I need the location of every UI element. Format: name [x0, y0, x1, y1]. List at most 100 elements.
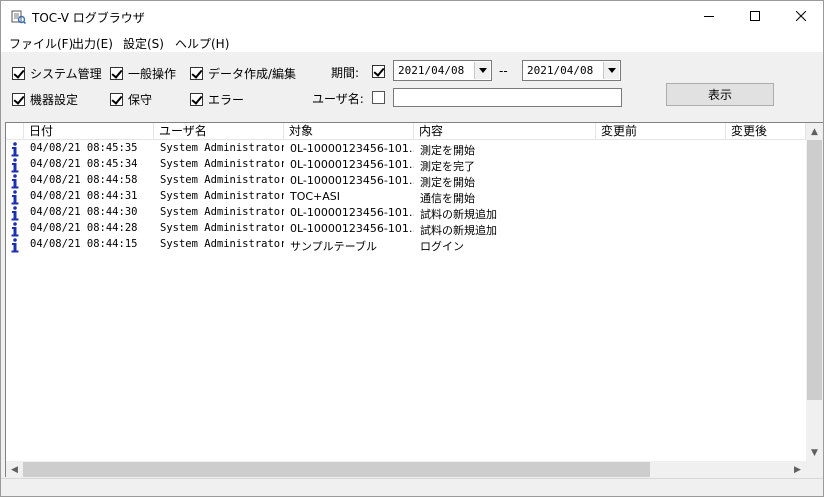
app-icon: [11, 10, 26, 24]
menu-file[interactable]: ファイル(F): [9, 35, 73, 52]
close-button[interactable]: [778, 1, 824, 31]
date-from-dropdown[interactable]: [474, 62, 490, 79]
date-to-dropdown[interactable]: [603, 62, 619, 79]
cell-date: 04/08/21 08:44:15: [30, 238, 138, 250]
scroll-up-arrow[interactable]: ▲: [806, 123, 823, 140]
info-icon: [11, 222, 19, 237]
cell-user: System Administrator: [160, 158, 284, 170]
title-bar: TOC-V ログブラウザ: [1, 1, 823, 32]
date-from-picker[interactable]: 2021/04/08: [393, 60, 492, 81]
cell-user: System Administrator: [160, 142, 284, 154]
cell-target: 0L-10000123456-101…: [290, 174, 414, 187]
horizontal-scrollbar[interactable]: ◀ ▶: [6, 461, 806, 478]
minimize-icon: [704, 16, 714, 17]
column-header-target[interactable]: 対象: [284, 123, 414, 140]
scrollbar-corner: [806, 461, 823, 478]
cell-target: 0L-10000123456-101…: [290, 222, 414, 235]
log-list[interactable]: 日付 ユーザ名 対象 内容 変更前 変更後 04/08/21 08:45:35 S…: [5, 122, 823, 478]
column-header-user[interactable]: ユーザ名: [154, 123, 284, 140]
cell-content: 通信を開始: [420, 192, 475, 205]
cell-date: 04/08/21 08:44:58: [30, 174, 138, 186]
table-row[interactable]: 04/08/21 08:45:35 System Administrator 0L-…: [6, 141, 806, 157]
maximize-button[interactable]: [732, 1, 778, 31]
horizontal-scroll-thumb[interactable]: [23, 462, 650, 477]
scroll-down-arrow[interactable]: ▼: [806, 444, 823, 461]
cell-user: System Administrator: [160, 206, 284, 218]
checkbox-label: 一般操作: [128, 67, 177, 81]
vertical-scrollbar[interactable]: ▲ ▼: [806, 123, 823, 461]
info-icon: [11, 238, 19, 253]
chevron-down-icon: [478, 68, 487, 73]
table-row[interactable]: 04/08/21 08:44:58 System Administrator 0L-…: [6, 173, 806, 189]
column-header-after[interactable]: 変更後: [726, 123, 806, 140]
scroll-left-arrow[interactable]: ◀: [6, 461, 23, 478]
filter-system-admin[interactable]: システム管理: [12, 65, 102, 82]
checkbox[interactable]: [190, 67, 203, 80]
cell-date: 04/08/21 08:44:31: [30, 190, 138, 202]
log-browser-window: TOC-V ログブラウザ ファイル(F) 出力(E) 設定(S) ヘルプ(H) …: [0, 0, 824, 497]
checkbox[interactable]: [372, 65, 385, 78]
cell-target: 0L-10000123456-101…: [290, 142, 414, 155]
checkbox-label: 保守: [128, 93, 153, 107]
cell-target: 0L-10000123456-101…: [290, 158, 414, 171]
cell-date: 04/08/21 08:44:28: [30, 222, 138, 234]
cell-user: System Administrator: [160, 174, 284, 186]
menu-export[interactable]: 出力(E): [72, 35, 113, 52]
checkbox-label: 機器設定: [30, 93, 79, 107]
table-row[interactable]: 04/08/21 08:44:31 System Administrator TOC…: [6, 189, 806, 205]
table-row[interactable]: 04/08/21 08:44:15 System Administrator サンプ…: [6, 237, 806, 253]
checkbox[interactable]: [110, 93, 123, 106]
checkbox[interactable]: [372, 91, 385, 104]
checkbox[interactable]: [12, 67, 25, 80]
cell-content: 測定を完了: [420, 160, 475, 173]
menu-bar: ファイル(F) 出力(E) 設定(S) ヘルプ(H): [1, 32, 823, 52]
cell-content: 試料の新規追加: [420, 224, 497, 237]
filter-error[interactable]: エラー: [190, 91, 244, 108]
cell-date: 04/08/21 08:45:34: [30, 158, 138, 170]
date-separator: --: [499, 64, 508, 78]
cell-user: System Administrator: [160, 190, 284, 202]
cell-user: System Administrator: [160, 222, 284, 234]
date-to-picker[interactable]: 2021/04/08: [522, 60, 621, 81]
checkbox-label: システム管理: [30, 67, 102, 81]
filter-data-edit[interactable]: データ作成/編集: [190, 65, 296, 82]
column-header-before[interactable]: 変更前: [596, 123, 726, 140]
cell-target: サンプルテーブル: [290, 240, 378, 253]
column-header-icon[interactable]: [6, 123, 24, 140]
menu-help[interactable]: ヘルプ(H): [175, 35, 229, 52]
minimize-button[interactable]: [686, 1, 732, 31]
chevron-down-icon: [607, 68, 616, 73]
checkbox-label: エラー: [208, 93, 245, 107]
status-bar: [1, 478, 823, 496]
table-row[interactable]: 04/08/21 08:45:34 System Administrator 0L-…: [6, 157, 806, 173]
show-button[interactable]: 表示: [666, 83, 774, 106]
table-row[interactable]: 04/08/21 08:44:28 System Administrator 0L-…: [6, 221, 806, 237]
cell-target: 0L-10000123456-101…: [290, 206, 414, 219]
window-title: TOC-V ログブラウザ: [32, 11, 145, 25]
checkbox[interactable]: [190, 93, 203, 106]
info-icon: [11, 142, 19, 157]
cell-content: ログイン: [420, 240, 464, 253]
date-to-value: 2021/04/08: [527, 64, 594, 77]
cell-content: 測定を開始: [420, 144, 475, 157]
info-icon: [11, 206, 19, 221]
date-from-value: 2021/04/08: [398, 64, 465, 77]
period-checkbox[interactable]: [372, 65, 390, 78]
vertical-scroll-thumb[interactable]: [807, 140, 822, 400]
list-header: 日付 ユーザ名 対象 内容 変更前 変更後: [6, 123, 806, 140]
filter-general-operation[interactable]: 一般操作: [110, 65, 176, 82]
info-icon: [11, 174, 19, 189]
scroll-right-arrow[interactable]: ▶: [789, 461, 806, 478]
cell-content: 測定を開始: [420, 176, 475, 189]
user-checkbox[interactable]: [372, 91, 390, 104]
user-name-input[interactable]: [393, 88, 622, 107]
column-header-date[interactable]: 日付: [24, 123, 154, 140]
checkbox[interactable]: [12, 93, 25, 106]
maximize-icon: [750, 11, 760, 21]
menu-settings[interactable]: 設定(S): [123, 35, 164, 52]
filter-maintenance[interactable]: 保守: [110, 91, 152, 108]
checkbox[interactable]: [110, 67, 123, 80]
table-row[interactable]: 04/08/21 08:44:30 System Administrator 0L-…: [6, 205, 806, 221]
column-header-content[interactable]: 内容: [414, 123, 596, 140]
filter-device-settings[interactable]: 機器設定: [12, 91, 78, 108]
